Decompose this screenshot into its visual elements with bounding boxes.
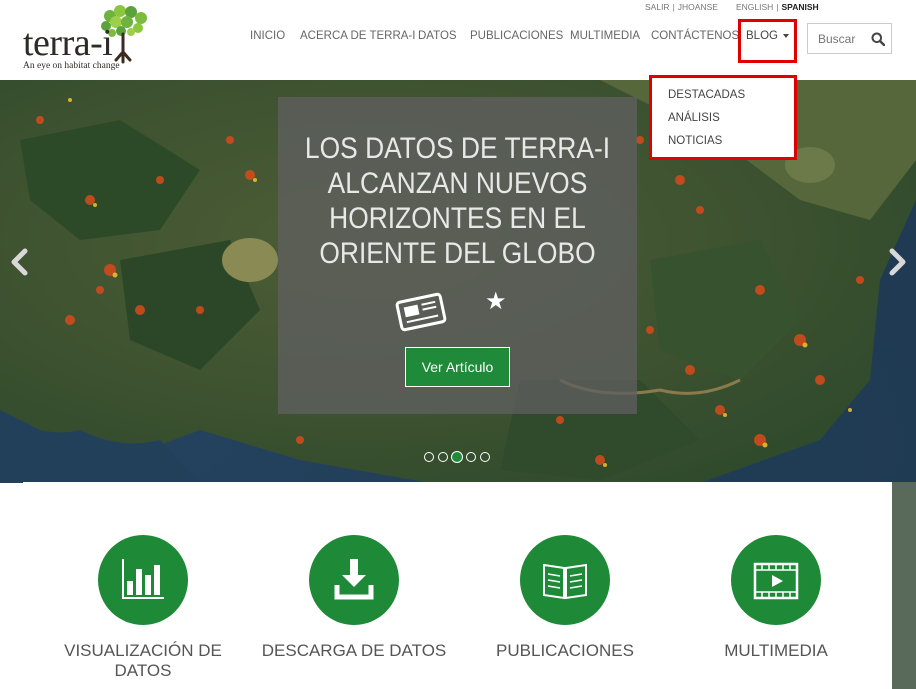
lang-english-link[interactable]: ENGLISH xyxy=(736,2,773,12)
download-icon xyxy=(334,559,374,600)
blog-dropdown-menu: DESTACADAS ANÁLISIS NOTICIAS xyxy=(649,75,797,160)
chevron-right-icon[interactable] xyxy=(886,248,908,276)
chevron-left-icon[interactable] xyxy=(9,248,31,276)
user-link[interactable]: JHOANSE xyxy=(678,2,718,12)
dropdown-item-destacadas[interactable]: DESTACADAS xyxy=(668,89,745,101)
carousel-dot-active[interactable] xyxy=(451,451,463,463)
search-input[interactable] xyxy=(818,32,868,46)
nav-item-multimedia[interactable]: MULTIMEDIA xyxy=(570,30,640,42)
multimedia-button[interactable] xyxy=(731,535,821,625)
nav-item-publicaciones[interactable]: PUBLICACIONES xyxy=(470,30,563,42)
caret-down-icon xyxy=(782,33,789,38)
star-icon: ★ xyxy=(485,288,507,315)
search-box xyxy=(807,23,892,54)
book-icon xyxy=(543,563,587,600)
nav-item-inicio[interactable]: INICIO xyxy=(250,30,285,42)
terra-i-logo[interactable]: terra-i An eye on habitat change xyxy=(22,4,152,72)
descarga-button[interactable] xyxy=(309,535,399,625)
blog-label: BLOG xyxy=(746,30,778,42)
ver-articulo-button[interactable]: Ver Artículo xyxy=(405,347,510,387)
film-icon xyxy=(753,562,799,600)
carousel-dot[interactable] xyxy=(438,452,448,462)
descarga-label[interactable]: DESCARGA DE DATOS xyxy=(254,641,454,661)
slide-caption-panel: LOS DATOS DE TERRA-I ALCANZAN NUEVOS HOR… xyxy=(278,97,637,414)
carousel-dot[interactable] xyxy=(466,452,476,462)
carousel-dot[interactable] xyxy=(424,452,434,462)
multimedia-label[interactable]: MULTIMEDIA xyxy=(676,641,876,661)
top-links: SALIR | JHOANSE ENGLISH | SPANISH xyxy=(645,2,819,12)
publicaciones-button[interactable] xyxy=(520,535,610,625)
publicaciones-label[interactable]: PUBLICACIONES xyxy=(465,641,665,661)
newspaper-icon xyxy=(395,292,447,332)
dropdown-item-analisis[interactable]: ANÁLISIS xyxy=(668,112,720,124)
separator: | xyxy=(672,2,675,12)
logout-link[interactable]: SALIR xyxy=(645,2,670,12)
visualizacion-button[interactable] xyxy=(98,535,188,625)
slide-title: LOS DATOS DE TERRA-I ALCANZAN NUEVOS HOR… xyxy=(304,132,611,270)
nav-item-acerca[interactable]: ACERCA DE TERRA-I xyxy=(300,30,415,42)
nav-item-contactenos[interactable]: CONTÁCTENOS xyxy=(651,30,739,42)
bar-chart-icon xyxy=(122,559,164,599)
logo-wordmark: terra-i xyxy=(23,22,113,64)
background-edge xyxy=(892,482,916,689)
nav-item-datos[interactable]: DATOS xyxy=(418,30,457,42)
visualizacion-label[interactable]: VISUALIZACIÓN DE DATOS xyxy=(43,641,243,681)
logo-tagline: An eye on habitat change xyxy=(23,61,120,71)
features-section: VISUALIZACIÓN DE DATOS DESCARGA DE DATOS… xyxy=(23,482,892,689)
dropdown-item-noticias[interactable]: NOTICIAS xyxy=(668,135,722,147)
carousel-dot[interactable] xyxy=(480,452,490,462)
search-icon[interactable] xyxy=(871,32,885,46)
nav-item-blog[interactable]: BLOG xyxy=(746,30,789,42)
site-header: terra-i An eye on habitat change SALIR | J… xyxy=(0,0,916,80)
separator: | xyxy=(776,2,779,12)
lang-spanish-link[interactable]: SPANISH xyxy=(782,2,819,12)
